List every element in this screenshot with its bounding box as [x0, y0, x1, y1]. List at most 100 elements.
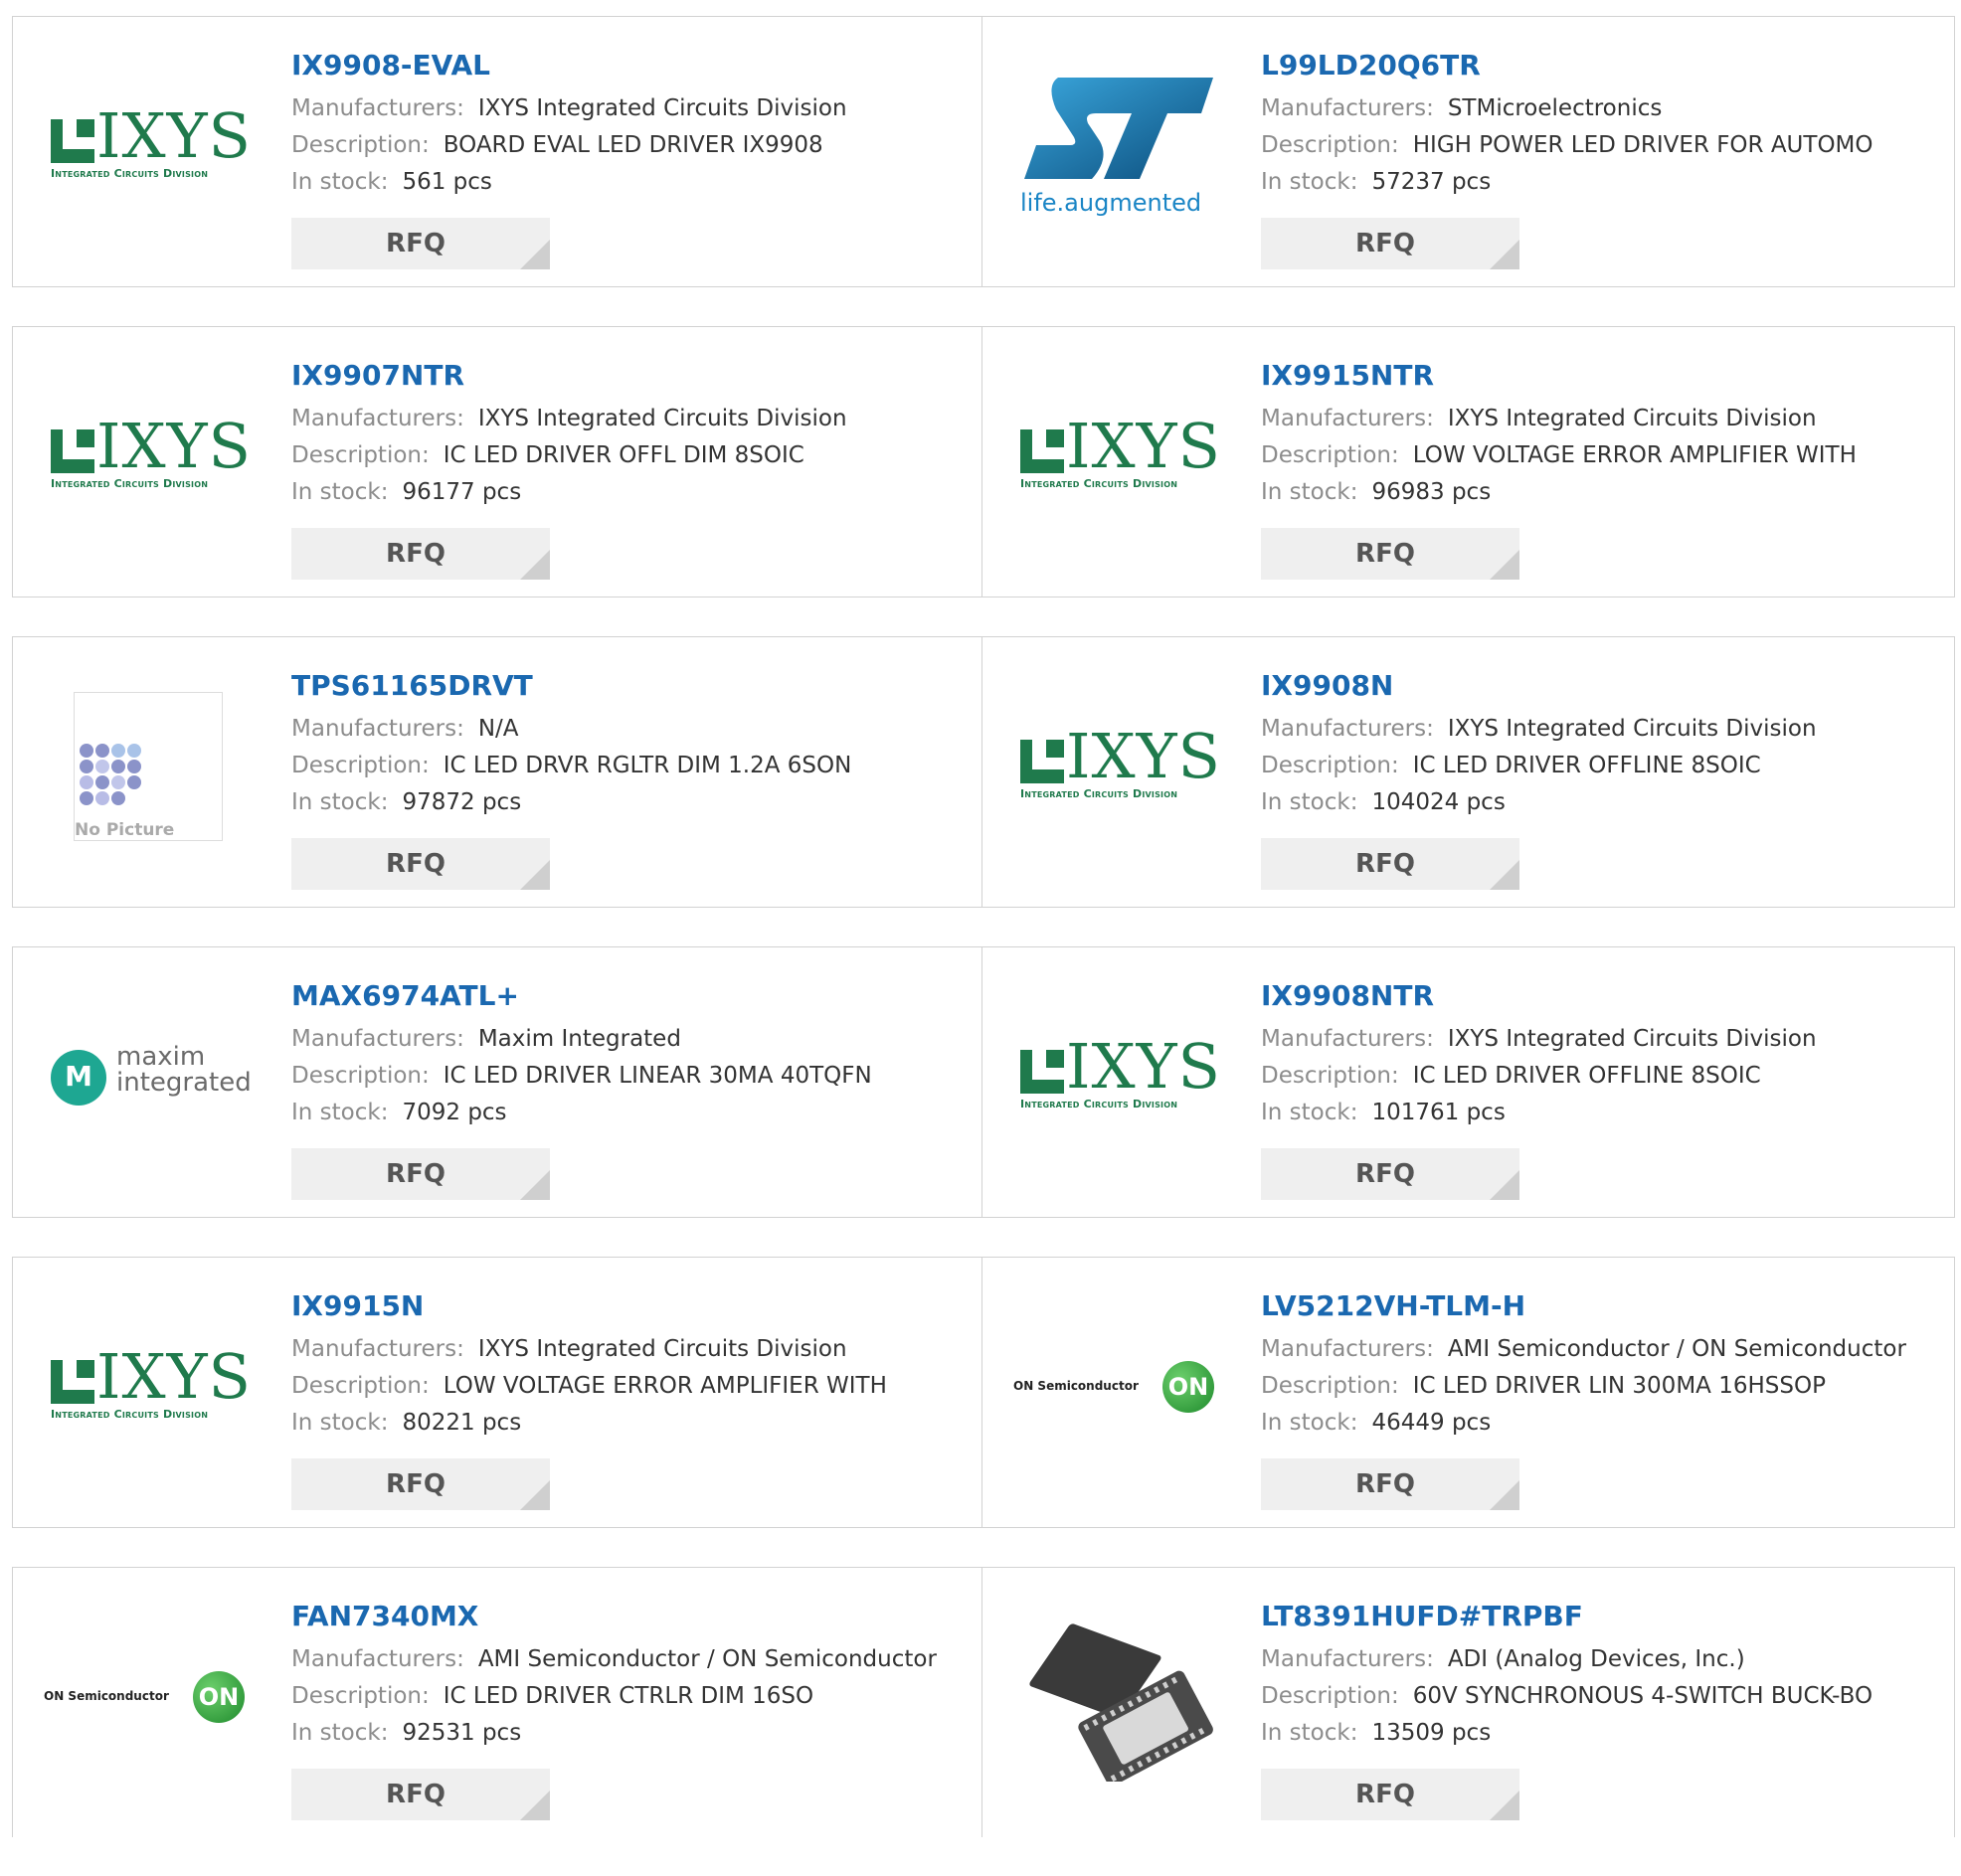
- product-card: No Picture TPS61165DRVT Manufacturers: N/A D…: [12, 636, 982, 908]
- maxim-word-1: maxim: [116, 1042, 206, 1072]
- ixys-mark-icon: [51, 429, 94, 473]
- on-semi-logo: ON Semiconductor ON: [44, 1667, 253, 1727]
- rfq-button-label: RFQ: [1355, 1780, 1415, 1809]
- product-card: IXYS Integrated Circuits Division IX9908NT…: [982, 946, 1955, 1218]
- description-value: IC LED DRVR RGLTR DIM 1.2A 6SON: [443, 753, 852, 778]
- description-value: IC LED DRIVER LINEAR 30MA 40TQFN: [443, 1063, 872, 1089]
- product-row: Mmaxim integrated MAX6974ATL+ Manufacturers…: [12, 946, 1957, 1218]
- manufacturer-logo: Mmaxim integrated: [43, 997, 254, 1156]
- manufacturer-line: Manufacturers: IXYS Integrated Circuits D…: [1261, 401, 1944, 437]
- stock-line: In stock: 561 pcs: [291, 164, 972, 201]
- description-line: Description: IC LED DRIVER LINEAR 30MA 40…: [291, 1058, 972, 1095]
- manufacturer-line: Manufacturers: IXYS Integrated Circuits D…: [1261, 711, 1944, 748]
- ixys-logo-subtitle: Integrated Circuits Division: [1020, 1098, 1178, 1110]
- on-semi-wordmark: ON Semiconductor: [1013, 1379, 1139, 1393]
- description-label: Description:: [1261, 132, 1399, 158]
- maxim-mark-letter: M: [65, 1060, 92, 1093]
- rfq-button[interactable]: RFQ: [291, 218, 550, 269]
- rfq-corner-icon: [1490, 1170, 1519, 1200]
- manufacturer-value: IXYS Integrated Circuits Division: [477, 1336, 847, 1362]
- part-number-link[interactable]: L99LD20Q6TR: [1261, 47, 1944, 85]
- rfq-button[interactable]: RFQ: [291, 1148, 550, 1200]
- st-logo: life.augmented: [1018, 72, 1217, 221]
- manufacturer-value: AMI Semiconductor / ON Semiconductor: [1447, 1336, 1906, 1362]
- stock-value: 561 pcs: [402, 169, 492, 195]
- description-value: BOARD EVAL LED DRIVER IX9908: [443, 132, 823, 158]
- part-number-link[interactable]: IX9907NTR: [291, 357, 972, 395]
- stock-label: In stock:: [291, 169, 389, 195]
- product-card: LT8391HUFD#TRPBF Manufacturers: ADI (Analo…: [982, 1567, 1955, 1837]
- description-line: Description: 60V SYNCHRONOUS 4-SWITCH BUC…: [1261, 1678, 1944, 1715]
- manufacturer-label: Manufacturers:: [291, 406, 464, 431]
- rfq-button[interactable]: RFQ: [1261, 1769, 1519, 1820]
- ixys-logo-word: IXYS: [96, 1340, 253, 1413]
- product-card: ON Semiconductor ON LV5212VH-TLM-H Manufact…: [982, 1257, 1955, 1528]
- on-semi-mark-text: ON: [198, 1683, 240, 1711]
- ixys-mark-icon: [51, 1360, 94, 1404]
- stock-line: In stock: 92531 pcs: [291, 1715, 972, 1752]
- rfq-corner-icon: [1490, 1480, 1519, 1510]
- manufacturer-value: IXYS Integrated Circuits Division: [1447, 716, 1817, 742]
- part-number-link[interactable]: MAX6974ATL+: [291, 977, 972, 1015]
- part-number-link[interactable]: IX9908NTR: [1261, 977, 1944, 1015]
- rfq-button-label: RFQ: [386, 1159, 446, 1189]
- description-line: Description: IC LED DRIVER OFFLINE 8SOIC: [1261, 748, 1944, 784]
- description-line: Description: IC LED DRIVER CTRLR DIM 16SO: [291, 1678, 972, 1715]
- on-semi-mark-icon: ON: [1162, 1361, 1214, 1413]
- manufacturer-line: Manufacturers: IXYS Integrated Circuits D…: [291, 1331, 972, 1368]
- rfq-corner-icon: [520, 860, 550, 890]
- description-value: IC LED DRIVER OFFLINE 8SOIC: [1412, 753, 1761, 778]
- rfq-button[interactable]: RFQ: [291, 838, 550, 890]
- part-number-link[interactable]: LT8391HUFD#TRPBF: [1261, 1598, 1944, 1635]
- rfq-button-label: RFQ: [1355, 1159, 1415, 1189]
- rfq-button[interactable]: RFQ: [1261, 1148, 1519, 1200]
- manufacturer-value: STMicroelectronics: [1447, 95, 1663, 121]
- rfq-button[interactable]: RFQ: [1261, 1458, 1519, 1510]
- rfq-button[interactable]: RFQ: [1261, 528, 1519, 580]
- description-line: Description: BOARD EVAL LED DRIVER IX9908: [291, 127, 972, 164]
- description-label: Description:: [1261, 753, 1399, 778]
- manufacturer-label: Manufacturers:: [1261, 1026, 1434, 1052]
- ixys-logo: IXYS Integrated Circuits Division: [1018, 416, 1220, 491]
- rfq-button[interactable]: RFQ: [1261, 218, 1519, 269]
- stock-line: In stock: 96177 pcs: [291, 474, 972, 511]
- manufacturer-value: ADI (Analog Devices, Inc.): [1447, 1646, 1745, 1672]
- stock-label: In stock:: [291, 1100, 389, 1125]
- manufacturer-label: Manufacturers:: [291, 1026, 464, 1052]
- description-label: Description:: [291, 442, 430, 468]
- manufacturer-label: Manufacturers:: [1261, 716, 1434, 742]
- product-row: IXYS Integrated Circuits Division IX9908-E…: [12, 16, 1957, 287]
- rfq-button[interactable]: RFQ: [1261, 838, 1519, 890]
- manufacturer-label: Manufacturers:: [291, 95, 464, 121]
- product-info: IX9915N Manufacturers: IXYS Integrated Cir…: [291, 1287, 972, 1442]
- part-number-link[interactable]: TPS61165DRVT: [291, 667, 972, 705]
- description-line: Description: HIGH POWER LED DRIVER FOR AU…: [1261, 127, 1944, 164]
- manufacturer-logo: ON Semiconductor ON: [1012, 1307, 1223, 1466]
- maxim-wordmark: maxim integrated: [116, 1044, 252, 1096]
- rfq-button[interactable]: RFQ: [291, 1769, 550, 1820]
- part-number-link[interactable]: LV5212VH-TLM-H: [1261, 1287, 1944, 1325]
- ixys-mark-icon: [1020, 1050, 1064, 1094]
- rfq-button-label: RFQ: [1355, 229, 1415, 258]
- part-number-link[interactable]: FAN7340MX: [291, 1598, 972, 1635]
- part-number-link[interactable]: IX9908-EVAL: [291, 47, 972, 85]
- part-number-link[interactable]: IX9915N: [291, 1287, 972, 1325]
- manufacturer-logo: No Picture: [43, 687, 254, 846]
- product-card: IXYS Integrated Circuits Division IX9915NT…: [982, 326, 1955, 597]
- rfq-corner-icon: [520, 1480, 550, 1510]
- rfq-button[interactable]: RFQ: [291, 528, 550, 580]
- ixys-logo: IXYS Integrated Circuits Division: [49, 1346, 251, 1422]
- on-semi-logo: ON Semiconductor ON: [1013, 1357, 1222, 1417]
- manufacturer-value: IXYS Integrated Circuits Division: [477, 406, 847, 431]
- product-card: IXYS Integrated Circuits Division IX9915N M…: [12, 1257, 982, 1528]
- product-info: MAX6974ATL+ Manufacturers: Maxim Integrate…: [291, 977, 972, 1131]
- part-number-link[interactable]: IX9915NTR: [1261, 357, 1944, 395]
- manufacturer-label: Manufacturers:: [1261, 1336, 1434, 1362]
- part-number-link[interactable]: IX9908N: [1261, 667, 1944, 705]
- description-label: Description:: [291, 1683, 430, 1709]
- manufacturer-line: Manufacturers: STMicroelectronics: [1261, 90, 1944, 127]
- rfq-button[interactable]: RFQ: [291, 1458, 550, 1510]
- manufacturer-logo: IXYS Integrated Circuits Division: [43, 67, 254, 226]
- stock-value: 92531 pcs: [402, 1720, 522, 1746]
- ixys-logo: IXYS Integrated Circuits Division: [49, 105, 251, 181]
